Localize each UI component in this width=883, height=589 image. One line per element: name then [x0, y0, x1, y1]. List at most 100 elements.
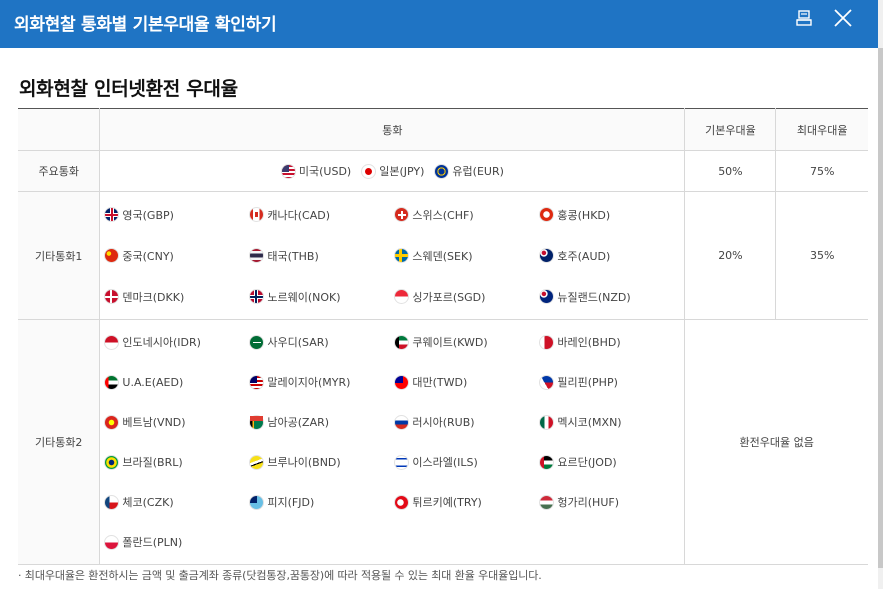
currency-label: 헝가리(HUF)	[557, 496, 619, 509]
currency-item-jp[interactable]: 일본(JPY)	[361, 163, 424, 179]
currency-label: 일본(JPY)	[379, 165, 425, 178]
currency-item-hk[interactable]: 홍콩(HKD)	[539, 194, 684, 235]
currency-item-pl[interactable]: 폴란드(PLN)	[104, 522, 249, 562]
currency-item-dk[interactable]: 덴마크(DKK)	[104, 276, 249, 317]
currency-label: 태국(THB)	[267, 249, 319, 263]
hu-flag-icon	[539, 494, 555, 510]
ru-flag-icon	[394, 414, 410, 430]
table-row-other2: 기타통화2 인도네시아(IDR) 사우디(SAR) 쿠웨이트(KWD) 바레인(BHD…	[18, 319, 868, 565]
za-flag-icon	[249, 414, 265, 430]
cz-flag-icon	[104, 494, 120, 510]
ca-flag-icon	[249, 207, 265, 222]
currency-item-bh[interactable]: 바레인(BHD)	[539, 322, 684, 362]
currency-label: 남아공(ZAR)	[267, 416, 330, 429]
bh-flag-icon	[539, 334, 555, 350]
currency-item-mx[interactable]: 멕시코(MXN)	[539, 402, 684, 442]
currency-item-se[interactable]: 스웨덴(SEK)	[394, 235, 539, 276]
currency-item-sa[interactable]: 사우디(SAR)	[249, 322, 394, 362]
other2-note: 환전우대율 없음	[684, 319, 868, 565]
currency-label: 스위스(CHF)	[412, 208, 474, 222]
header-max-rate: 최대우대율	[775, 108, 868, 151]
us-flag-icon	[280, 163, 296, 179]
currency-item-bn[interactable]: 브루나이(BND)	[249, 442, 394, 482]
currency-label: 이스라엘(ILS)	[412, 456, 478, 469]
currency-label: 호주(AUD)	[557, 249, 611, 263]
popup-content: 외화현찰 인터넷환전 우대율 통화 기본우대율 최대우대율 주요통화 미국(US…	[0, 48, 878, 589]
currency-label: 노르웨이(NOK)	[267, 290, 341, 304]
tr-flag-icon	[394, 494, 410, 510]
scrollbar[interactable]	[878, 0, 883, 589]
currency-label: U.A.E(AED)	[122, 375, 184, 389]
table-header-row: 통화 기본우대율 최대우대율	[18, 108, 868, 151]
ae-flag-icon	[104, 374, 120, 390]
currency-label: 캐나다(CAD)	[267, 208, 331, 222]
currency-label: 뉴질랜드(NZD)	[557, 290, 631, 304]
close-icon[interactable]	[832, 7, 854, 29]
currency-item-il[interactable]: 이스라엘(ILS)	[394, 442, 539, 482]
currency-label: 멕시코(MXN)	[557, 416, 622, 429]
currency-item-ca[interactable]: 캐나다(CAD)	[249, 194, 394, 235]
br-flag-icon	[104, 454, 120, 470]
pl-flag-icon	[104, 534, 120, 550]
currency-label: 중국(CNY)	[122, 249, 174, 263]
jo-flag-icon	[539, 454, 555, 470]
currency-label: 피지(FJD)	[267, 496, 315, 509]
header-basic-rate: 기본우대율	[684, 108, 777, 151]
tw-flag-icon	[394, 374, 410, 390]
print-icon[interactable]	[794, 9, 814, 29]
currency-label: 스웨덴(SEK)	[412, 249, 473, 263]
currency-item-my[interactable]: 말레이지아(MYR)	[249, 362, 394, 402]
currency-item-no[interactable]: 노르웨이(NOK)	[249, 276, 394, 317]
currency-item-ch[interactable]: 스위스(CHF)	[394, 194, 539, 235]
ph-flag-icon	[539, 374, 555, 390]
currency-item-eu[interactable]: 유럽(EUR)	[434, 163, 504, 179]
currency-item-cn[interactable]: 중국(CNY)	[104, 235, 249, 276]
other1-currency-list: 영국(GBP) 캐나다(CAD) 스위스(CHF) 홍콩(HKD) 중국(CNY) 태국(…	[100, 192, 684, 319]
no-flag-icon	[249, 289, 265, 304]
scrollbar-thumb[interactable]	[878, 48, 883, 568]
currency-label: 덴마크(DKK)	[122, 290, 185, 304]
currency-label: 유럽(EUR)	[452, 165, 504, 178]
currency-label: 말레이지아(MYR)	[267, 376, 351, 389]
section-title: 외화현찰 인터넷환전 우대율	[19, 78, 238, 100]
currency-item-cz[interactable]: 체코(CZK)	[104, 482, 249, 522]
rates-table: 통화 기본우대율 최대우대율 주요통화 미국(USD) 일본(JPY) 유럽(EUR…	[18, 108, 868, 565]
currency-label: 폴란드(PLN)	[122, 536, 183, 549]
major-currency-list: 미국(USD) 일본(JPY) 유럽(EUR)	[100, 163, 684, 179]
sa-flag-icon	[249, 334, 265, 350]
id-flag-icon	[104, 334, 120, 350]
currency-item-za[interactable]: 남아공(ZAR)	[249, 402, 394, 442]
currency-item-ph[interactable]: 필리핀(PHP)	[539, 362, 684, 402]
currency-item-jo[interactable]: 요르단(JOD)	[539, 442, 684, 482]
other1-max-rate: 35%	[775, 191, 868, 320]
currency-item-th[interactable]: 태국(THB)	[249, 235, 394, 276]
currency-label: 영국(GBP)	[122, 208, 174, 222]
currency-item-hu[interactable]: 헝가리(HUF)	[539, 482, 684, 522]
other2-currency-list: 인도네시아(IDR) 사우디(SAR) 쿠웨이트(KWD) 바레인(BHD) U.A.E…	[100, 320, 684, 564]
currency-item-id[interactable]: 인도네시아(IDR)	[104, 322, 249, 362]
currency-item-fj[interactable]: 피지(FJD)	[249, 482, 394, 522]
currency-label: 튀르키예(TRY)	[412, 496, 482, 509]
hk-flag-icon	[539, 207, 555, 222]
se-flag-icon	[394, 248, 410, 263]
fj-flag-icon	[249, 494, 265, 510]
dk-flag-icon	[104, 289, 120, 304]
currency-label: 바레인(BHD)	[557, 336, 621, 349]
currency-item-kw[interactable]: 쿠웨이트(KWD)	[394, 322, 539, 362]
currency-item-us[interactable]: 미국(USD)	[280, 163, 352, 179]
currency-label: 미국(USD)	[298, 165, 352, 178]
kw-flag-icon	[394, 334, 410, 350]
currency-item-ae[interactable]: U.A.E(AED)	[104, 362, 249, 402]
currency-item-au[interactable]: 호주(AUD)	[539, 235, 684, 276]
currency-item-gb[interactable]: 영국(GBP)	[104, 194, 249, 235]
currency-item-br[interactable]: 브라질(BRL)	[104, 442, 249, 482]
currency-item-vn[interactable]: 베트남(VND)	[104, 402, 249, 442]
il-flag-icon	[394, 454, 410, 470]
currency-item-ru[interactable]: 러시아(RUB)	[394, 402, 539, 442]
currency-label: 브루나이(BND)	[267, 456, 341, 469]
currency-item-tw[interactable]: 대만(TWD)	[394, 362, 539, 402]
window-title: 외화현찰 통화별 기본우대율 확인하기	[14, 15, 277, 35]
currency-item-sg[interactable]: 싱가포르(SGD)	[394, 276, 539, 317]
currency-item-tr[interactable]: 튀르키예(TRY)	[394, 482, 539, 522]
currency-item-nz[interactable]: 뉴질랜드(NZD)	[539, 276, 684, 317]
